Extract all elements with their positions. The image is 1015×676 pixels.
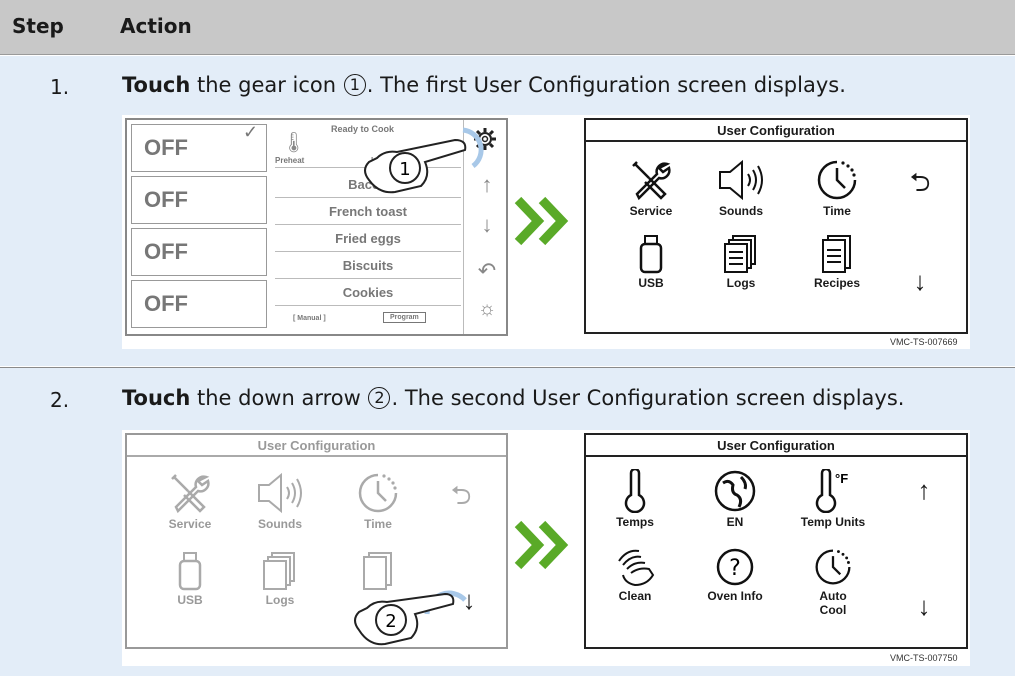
figure-code-2: VMC-TS-007750 bbox=[890, 653, 958, 663]
logs-button[interactable]: Logs bbox=[696, 234, 786, 290]
wipe-hand-icon bbox=[618, 549, 655, 587]
sounds-button[interactable]: Sounds bbox=[696, 158, 786, 218]
time-button[interactable]: Time bbox=[333, 471, 423, 531]
clock-icon bbox=[358, 473, 398, 513]
logs-button[interactable]: Logs bbox=[235, 551, 325, 607]
back-icon[interactable]: ⮌ bbox=[441, 477, 481, 521]
temp-units-button[interactable]: °F Temp Units bbox=[788, 469, 878, 529]
instr-text: . The first User Configuration screen di… bbox=[366, 73, 846, 97]
down-arrow-icon[interactable]: ↓ bbox=[467, 212, 507, 238]
menu-item[interactable]: Biscuits bbox=[275, 253, 461, 279]
off-slot-3[interactable]: OFF bbox=[131, 228, 267, 276]
program-tab[interactable]: Program bbox=[383, 312, 426, 323]
time-button[interactable]: Time bbox=[792, 158, 882, 218]
menu-item[interactable]: Cookies bbox=[275, 280, 461, 306]
user-config-screen-1: User Configuration Service Sounds Time ⮌… bbox=[584, 118, 968, 334]
chevron-right-icon bbox=[514, 196, 569, 246]
thermometer-icon: °F bbox=[815, 469, 848, 513]
usb-drive-icon bbox=[178, 552, 202, 591]
pointing-hand-icon: 1 bbox=[364, 127, 484, 194]
usb-button[interactable]: USB bbox=[145, 551, 235, 607]
clean-button[interactable]: Clean bbox=[590, 547, 680, 603]
screen-title: User Configuration bbox=[586, 120, 966, 142]
globe-icon bbox=[714, 470, 756, 512]
menu-item[interactable]: Fried eggs bbox=[275, 226, 461, 252]
service-button[interactable]: Service bbox=[145, 471, 235, 531]
menu-item[interactable]: French toast bbox=[275, 199, 461, 225]
tools-icon bbox=[632, 161, 671, 201]
preheat-label: Preheat bbox=[275, 156, 305, 165]
thermometer-icon bbox=[624, 469, 646, 513]
instr-text: . The second User Configuration screen d… bbox=[391, 386, 905, 410]
recipes-icon bbox=[822, 235, 851, 273]
sounds-button[interactable]: Sounds bbox=[235, 471, 325, 531]
step-instruction-2: Touch the down arrow 2. The second User … bbox=[122, 386, 904, 410]
figure-code-1: VMC-TS-007669 bbox=[890, 337, 958, 347]
off-slot-4[interactable]: OFF bbox=[131, 280, 267, 328]
step-instruction-1: Touch the gear icon 1. The first User Co… bbox=[122, 73, 846, 97]
svg-text:°F: °F bbox=[835, 471, 848, 486]
callout-number-1: 1 bbox=[343, 74, 366, 96]
action-column-header: Action bbox=[120, 14, 192, 38]
screen-title: User Configuration bbox=[586, 435, 966, 457]
step-number-1: 1. bbox=[50, 75, 70, 99]
thermometer-icon: 🌡 bbox=[281, 132, 307, 154]
callout-number-2: 2 bbox=[368, 387, 391, 409]
back-icon[interactable]: ⮌ bbox=[900, 164, 940, 208]
tools-icon bbox=[171, 474, 210, 514]
pointing-hand-icon: 2 bbox=[354, 590, 467, 646]
down-arrow-icon[interactable]: ↓ bbox=[904, 591, 944, 622]
off-slot-2[interactable]: OFF bbox=[131, 176, 267, 224]
auto-cool-button[interactable]: Auto Cool bbox=[788, 547, 878, 617]
touch-word: Touch bbox=[122, 73, 191, 97]
usb-button[interactable]: USB bbox=[606, 234, 696, 290]
recipes-button[interactable]: Recipes bbox=[792, 234, 882, 290]
service-button[interactable]: Service bbox=[606, 158, 696, 218]
brightness-icon[interactable]: ☼ bbox=[467, 298, 507, 321]
clock-icon bbox=[817, 160, 857, 200]
temps-button[interactable]: Temps bbox=[590, 469, 680, 529]
svg-text:?: ? bbox=[729, 556, 741, 581]
step-number-2: 2. bbox=[50, 388, 70, 412]
down-arrow-icon[interactable]: ↓ bbox=[900, 266, 940, 297]
user-config-screen-2: User Configuration Temps EN °F Temp Unit… bbox=[584, 433, 968, 649]
check-icon: ✓ bbox=[243, 122, 259, 142]
chevron-right-icon bbox=[514, 520, 569, 570]
screen-title: User Configuration bbox=[127, 435, 506, 457]
oven-info-button[interactable]: ? Oven Info bbox=[690, 547, 780, 603]
mode-bar: [ Manual ] Program bbox=[275, 310, 461, 330]
usb-drive-icon bbox=[639, 235, 663, 274]
hand-callout-1: 1 bbox=[399, 159, 410, 180]
question-mark-icon: ? bbox=[716, 548, 754, 586]
touch-word: Touch bbox=[122, 386, 191, 410]
speaker-icon bbox=[258, 472, 302, 514]
step-column-header: Step bbox=[12, 14, 64, 38]
speaker-icon bbox=[719, 159, 763, 201]
instr-text: the gear icon bbox=[190, 73, 343, 97]
manual-tab[interactable]: [ Manual ] bbox=[293, 315, 326, 322]
hand-callout-2: 2 bbox=[385, 611, 396, 632]
logs-icon bbox=[263, 552, 295, 590]
clock-icon bbox=[815, 549, 851, 585]
instr-text: the down arrow bbox=[190, 386, 368, 410]
undo-icon[interactable]: ↶ bbox=[467, 258, 507, 284]
table-header: Step Action bbox=[0, 0, 1015, 55]
language-button[interactable]: EN bbox=[690, 469, 780, 529]
up-arrow-icon[interactable]: ↑ bbox=[904, 475, 944, 506]
logs-icon bbox=[724, 235, 756, 273]
